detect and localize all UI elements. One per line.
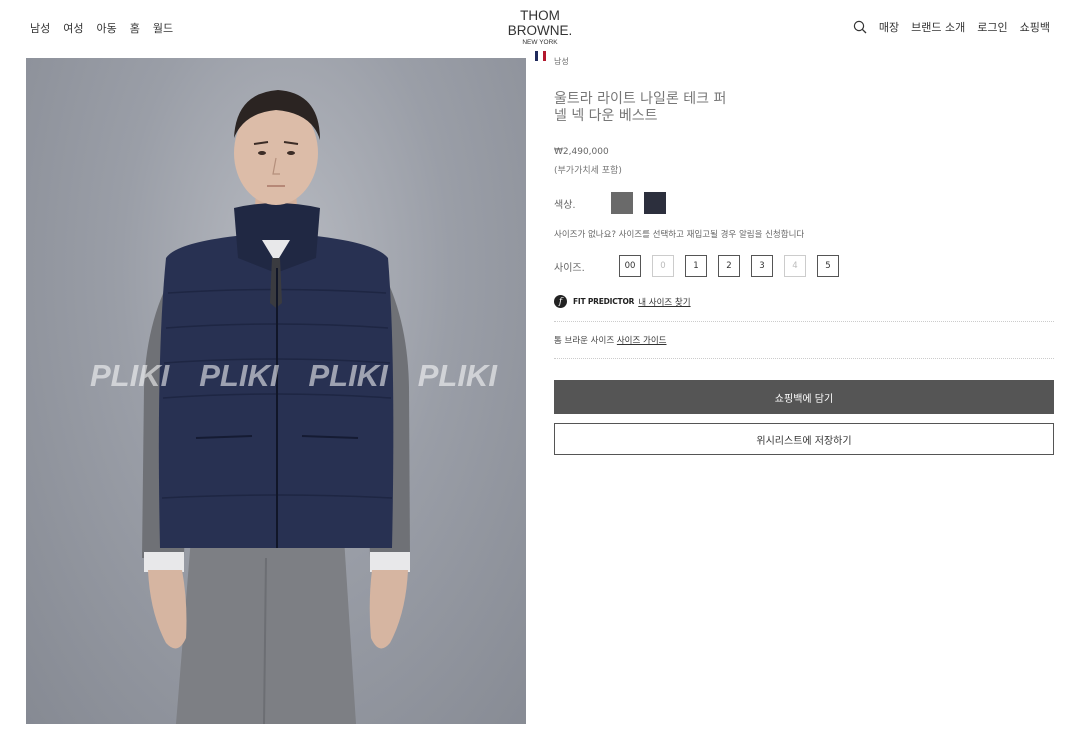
size-guide-link[interactable]: 사이즈 가이드: [617, 336, 667, 346]
divider: [554, 321, 1054, 322]
restock-notify-text: 사이즈가 없나요? 사이즈를 선택하고 재입고될 경우 알림을 신청합니다: [554, 230, 805, 240]
nav-women[interactable]: 여성: [63, 20, 83, 36]
size-option-0[interactable]: 0: [652, 255, 674, 277]
nav-world[interactable]: 월드: [153, 20, 173, 36]
product-title-line: 울트라 라이트 나일론 테크 퍼: [554, 91, 727, 107]
main-nav: 남성 여성 아동 홈 월드: [30, 20, 173, 36]
nav-kids[interactable]: 아동: [97, 20, 117, 36]
size-selector: 사이즈. 00 0 1 2 3 4 5: [554, 255, 1054, 277]
nav-login[interactable]: 로그인: [977, 19, 1007, 35]
flag-stripe-white: [538, 51, 542, 61]
size-label: 사이즈.: [554, 262, 585, 274]
fit-predictor-brand: FIT PREDICTOR: [573, 297, 635, 306]
product-title-line: 넬 넥 다운 베스트: [554, 108, 658, 124]
watermark-word: PLIKI: [90, 358, 170, 393]
logo-wordmark: THOM BROWNE.: [507, 8, 573, 38]
watermark-text: PLIKI PLIKI PLIKI PLIKI PL: [90, 358, 526, 394]
nav-shopping-bag[interactable]: 쇼핑백: [1020, 19, 1050, 35]
nav-home[interactable]: 홈: [130, 20, 140, 36]
nav-stores[interactable]: 매장: [879, 19, 899, 35]
watermark-word: PLIKI: [308, 358, 388, 393]
product-price: ₩2,490,000: [554, 147, 609, 157]
color-swatch-navy[interactable]: [644, 192, 666, 214]
watermark-word: PLIKI: [199, 358, 279, 393]
add-to-bag-button[interactable]: 쇼핑백에 담기: [554, 380, 1054, 414]
utility-nav: 매장 브랜드 소개 로그인 쇼핑백: [853, 19, 1050, 35]
site-header: 남성 여성 아동 홈 월드 THOM BROWNE. NEW YORK 매장 브…: [0, 0, 1080, 61]
size-option-1[interactable]: 1: [685, 255, 707, 277]
logo-subtitle: NEW YORK: [522, 39, 558, 46]
nav-about-brand[interactable]: 브랜드 소개: [911, 19, 965, 35]
find-my-size-link[interactable]: 내 사이즈 찾기: [638, 296, 690, 308]
size-option-5[interactable]: 5: [817, 255, 839, 277]
brand-logo[interactable]: THOM BROWNE. NEW YORK: [490, 8, 590, 61]
size-guide-prefix: 톰 브라운 사이즈: [554, 336, 615, 346]
nav-men[interactable]: 남성: [30, 20, 50, 36]
divider: [554, 358, 1054, 359]
size-guide-row: 톰 브라운 사이즈 사이즈 가이드: [554, 334, 1054, 346]
size-option-00[interactable]: 00: [619, 255, 641, 277]
watermark-word: PLIKI: [417, 358, 497, 393]
flag-stripe-red: [542, 51, 546, 61]
size-option-2[interactable]: 2: [718, 255, 740, 277]
size-option-3[interactable]: 3: [751, 255, 773, 277]
product-info-panel: 남성 울트라 라이트 나일론 테크 퍼 넬 넥 다운 베스트 ₩2,490,00…: [554, 56, 1054, 455]
size-option-4[interactable]: 4: [784, 255, 806, 277]
color-swatch-gray[interactable]: [611, 192, 633, 214]
flag-stripe-blue: [534, 51, 538, 61]
color-selector: 색상.: [554, 192, 1054, 214]
fit-predictor-icon: f: [554, 295, 567, 308]
vat-note: (부가가치세 포함): [554, 166, 622, 176]
breadcrumb[interactable]: 남성: [554, 56, 1054, 67]
search-icon[interactable]: [853, 20, 867, 34]
color-label: 색상.: [554, 199, 576, 211]
fit-predictor: f FIT PREDICTOR 내 사이즈 찾기: [554, 295, 1054, 308]
save-to-wishlist-button[interactable]: 위시리스트에 저장하기: [554, 423, 1054, 455]
product-image[interactable]: PLIKI PLIKI PLIKI PLIKI PL: [26, 58, 526, 724]
product-title: 울트라 라이트 나일론 테크 퍼 넬 넥 다운 베스트: [554, 91, 754, 125]
